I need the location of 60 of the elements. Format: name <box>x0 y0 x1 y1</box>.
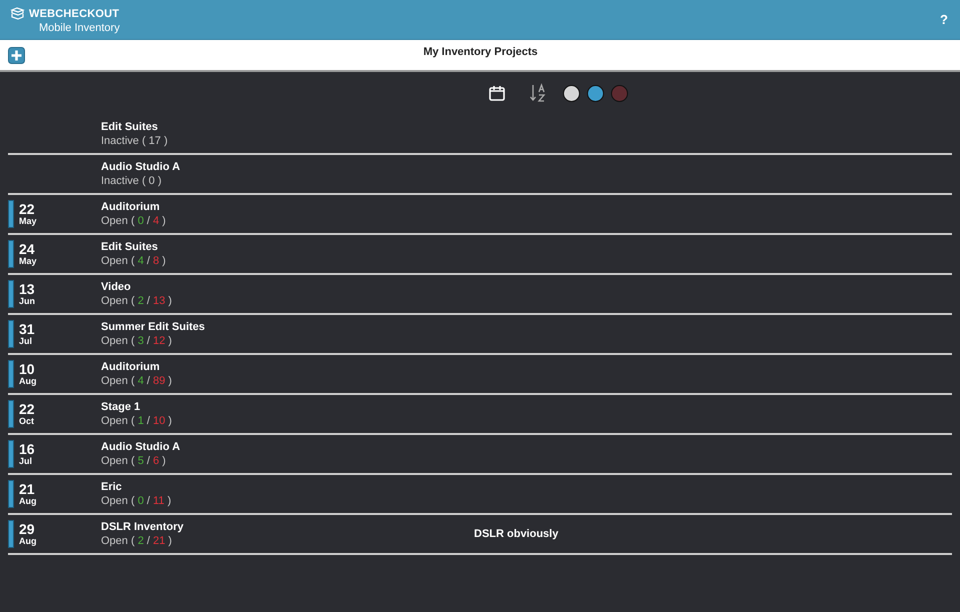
project-name[interactable]: Eric <box>101 481 474 493</box>
project-status: Open ( 0 / 4 ) <box>101 215 167 227</box>
project-status: Open ( 2 / 21 ) <box>101 535 173 547</box>
project-name[interactable]: Auditorium <box>101 361 474 373</box>
date-marker <box>8 440 14 468</box>
date-month: May <box>19 217 37 226</box>
project-name[interactable]: Edit Suites <box>101 241 474 253</box>
date-month: Oct <box>19 417 35 426</box>
date-day: 16 <box>19 442 35 456</box>
date-marker <box>8 520 14 548</box>
date-day: 31 <box>19 322 35 336</box>
brand-name: WEBCHECKOUT <box>29 8 120 20</box>
project-status: Open ( 4 / 8 ) <box>101 255 167 267</box>
app-subtitle: Mobile Inventory <box>39 22 120 34</box>
date-marker <box>8 320 14 348</box>
add-button[interactable] <box>8 46 25 64</box>
project-name[interactable]: DSLR Inventory <box>101 521 474 533</box>
project-name[interactable]: Video <box>101 281 474 293</box>
date-marker <box>8 200 14 228</box>
date-marker <box>8 400 14 428</box>
project-status: Open ( 2 / 13 ) <box>101 295 173 307</box>
date-day: 22 <box>19 402 35 416</box>
date-marker <box>8 360 14 388</box>
date-day: 24 <box>19 242 37 256</box>
date-month: Aug <box>19 377 36 386</box>
date-month: Jul <box>19 457 34 466</box>
color-filter-dot[interactable] <box>611 84 628 102</box>
date-marker <box>8 240 14 268</box>
date-marker <box>8 280 14 308</box>
date-month: Aug <box>19 497 36 506</box>
project-status: Inactive ( 17 ) <box>101 135 169 147</box>
project-name[interactable]: Audio Studio A <box>101 161 474 173</box>
project-note: DSLR obviously <box>474 528 558 540</box>
project-name[interactable]: Stage 1 <box>101 401 474 413</box>
project-name[interactable]: Auditorium <box>101 201 474 213</box>
project-status: Open ( 1 / 10 ) <box>101 415 173 427</box>
date-month: May <box>19 257 37 266</box>
logo-icon <box>10 6 25 21</box>
project-name[interactable]: Edit Suites <box>101 121 474 133</box>
project-status: Inactive ( 0 ) <box>101 175 163 187</box>
date-day: 22 <box>19 202 37 216</box>
project-name[interactable]: Summer Edit Suites <box>101 321 474 333</box>
project-status: Open ( 0 / 11 ) <box>101 495 172 507</box>
sort-alpha-icon[interactable] <box>529 83 547 103</box>
calendar-icon[interactable] <box>488 84 506 102</box>
date-day: 13 <box>19 282 36 296</box>
project-status: Open ( 4 / 89 ) <box>101 375 173 387</box>
date-day: 10 <box>19 362 36 376</box>
page-title: My Inventory Projects <box>423 46 538 58</box>
project-name[interactable]: Audio Studio A <box>101 441 474 453</box>
date-marker <box>8 480 14 508</box>
date-day: 21 <box>19 482 36 496</box>
color-filter-dot[interactable] <box>587 84 604 102</box>
project-status: Open ( 3 / 12 ) <box>101 335 173 347</box>
color-filter-dot[interactable] <box>563 84 580 102</box>
date-month: Aug <box>19 537 36 546</box>
project-status: Open ( 5 / 6 ) <box>101 455 167 467</box>
date-day: 29 <box>19 522 36 536</box>
date-month: Jun <box>19 297 36 306</box>
date-month: Jul <box>19 337 34 346</box>
